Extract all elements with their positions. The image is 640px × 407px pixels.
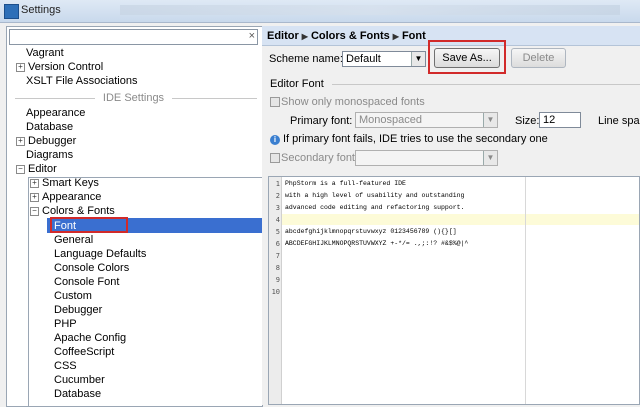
tree-item-debugger[interactable]: + Debugger [16,134,76,148]
chevron-right-icon: ▶ [301,32,308,41]
settings-content: Editor ▶ Colors & Fonts ▶ Font Scheme name: … [262,26,640,405]
code-line: ABCDEFGHIJKLMNOPQRSTUVWXYZ +-*/= .,;:!? … [285,240,469,247]
size-label: Size: [515,115,540,127]
tree-item-colors-fonts[interactable]: − Colors & Fonts [30,204,115,218]
search-input[interactable]: × [9,29,258,45]
clear-icon[interactable]: × [249,30,255,42]
tree-item-apache-config[interactable]: Apache Config [54,331,126,345]
scheme-label: Scheme name: [269,53,343,65]
only-mono-label: Show only monospaced fonts [281,96,425,108]
primary-font-select[interactable]: Monospaced ▼ [355,112,498,128]
secondary-font-select[interactable]: ▼ [355,150,498,166]
fallback-note: If primary font fails, IDE tries to use … [283,133,548,145]
code-line: abcdefghijklmnopqrstuvwxyz 0123456789 ()… [285,228,457,235]
line-number: 4 [275,216,280,224]
editor-font-section-title: Editor Font [270,78,324,90]
save-as-highlight-box [428,40,506,74]
title-bar: Settings [0,0,640,23]
expand-icon[interactable]: + [30,179,39,188]
tree-item-console-colors[interactable]: Console Colors [54,261,129,275]
font-highlight-box [50,217,128,233]
tree-item-editor[interactable]: − Editor [16,162,57,176]
breadcrumb-colors-fonts[interactable]: Colors & Fonts [311,30,390,42]
background-blur [120,5,620,15]
primary-font-label: Primary font: [290,115,353,127]
breadcrumb-editor[interactable]: Editor [267,30,299,42]
line-number: 5 [275,228,280,236]
info-icon: i [270,135,280,145]
chevron-down-icon: ▼ [483,151,497,165]
section-divider [332,84,640,85]
tree-item-debugger-colors[interactable]: Debugger [54,303,102,317]
line-number: 2 [275,192,280,200]
window-title: Settings [21,4,61,16]
tree-item-database[interactable]: Database [26,120,73,134]
only-mono-checkbox[interactable] [270,97,280,107]
expand-icon[interactable]: + [16,137,25,146]
tree-item-custom[interactable]: Custom [54,289,92,303]
settings-tree: × Vagrant + Version Control XSLT File Ass… [6,26,263,407]
right-margin-guide [525,177,526,404]
size-input[interactable]: 12 [539,112,581,128]
line-number: 3 [275,204,280,212]
code-line: with a high level of usability and outst… [285,192,465,199]
delete-button[interactable]: Delete [511,48,566,68]
tree-item-editor-appearance[interactable]: + Appearance [30,190,101,204]
tree-item-appearance[interactable]: Appearance [26,106,85,120]
collapse-icon[interactable]: − [30,207,39,216]
tree-item-console-font[interactable]: Console Font [54,275,119,289]
app-icon [4,4,19,19]
line-number: 7 [275,252,280,260]
tree-item-smart-keys[interactable]: + Smart Keys [30,176,99,190]
collapse-icon[interactable]: − [16,165,25,174]
section-header-ide: IDE Settings [7,91,260,105]
line-number: 10 [271,288,280,296]
caret-line-highlight [282,214,639,225]
line-number: 1 [275,180,280,188]
tree-item-database-colors[interactable]: Database [54,387,101,401]
tree-item-general[interactable]: General [54,233,93,247]
scheme-select[interactable]: Default ▼ [342,51,426,67]
secondary-font-checkbox[interactable] [270,153,280,163]
tree-item-diagrams[interactable]: Diagrams [26,148,73,162]
tree-item-php[interactable]: PHP [54,317,77,331]
code-line: PhpStorm is a full-featured IDE [285,180,406,187]
tree-item-vagrant[interactable]: Vagrant [26,46,64,60]
secondary-font-label: Secondary font: [281,152,359,164]
line-spacing-label: Line spac [598,115,640,127]
line-number: 9 [275,276,280,284]
tree-item-version-control[interactable]: + Version Control [16,60,103,74]
line-number: 8 [275,264,280,272]
chevron-right-icon: ▶ [392,32,399,41]
chevron-down-icon: ▼ [411,52,425,66]
font-preview-editor[interactable]: 1 2 3 4 5 6 7 8 9 10 PhpStorm is a full-… [268,176,640,405]
tree-item-coffeescript[interactable]: CoffeeScript [54,345,114,359]
expand-icon[interactable]: + [16,63,25,72]
tree-item-css[interactable]: CSS [54,359,77,373]
expand-icon[interactable]: + [30,193,39,202]
code-line: advanced code editing and refactoring su… [285,204,465,211]
tree-item-cucumber[interactable]: Cucumber [54,373,105,387]
line-number: 6 [275,240,280,248]
breadcrumb-font: Font [401,30,426,42]
chevron-down-icon: ▼ [483,113,497,127]
tree-item-xslt[interactable]: XSLT File Associations [26,74,137,88]
tree-item-language-defaults[interactable]: Language Defaults [54,247,146,261]
